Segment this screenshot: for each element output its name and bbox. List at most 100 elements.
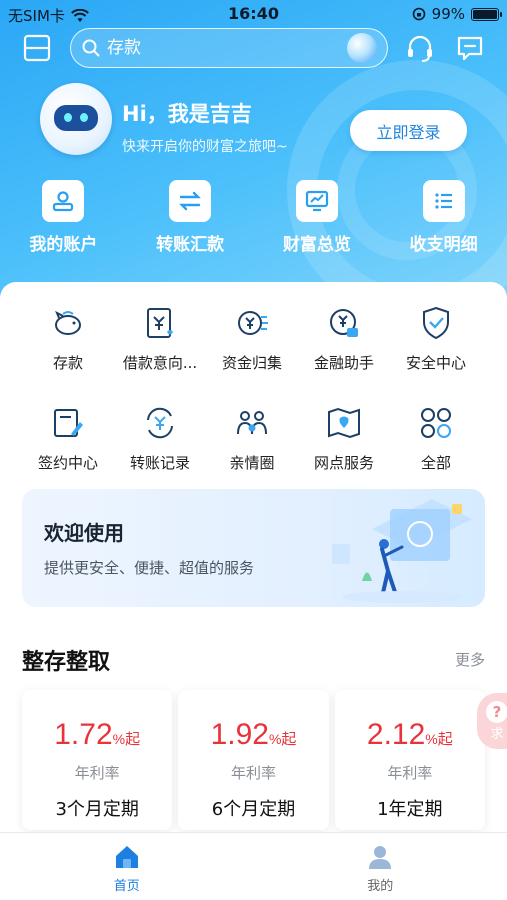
- service-label: 全部: [420, 454, 451, 472]
- search-bar[interactable]: [70, 28, 388, 68]
- rate-label: 年利率: [74, 764, 120, 782]
- rate-value: 2.12%起: [367, 718, 453, 752]
- quick-actions: 我的账户 转账汇款 财富总览 收支明细: [0, 180, 507, 255]
- service-finance-assistant[interactable]: 金融助手: [298, 304, 390, 404]
- quick-action-label: 财富总览: [282, 235, 351, 255]
- orientation-lock-icon: [412, 7, 425, 21]
- family-circle-icon: [237, 411, 267, 435]
- rate-number: 2.12: [366, 718, 426, 751]
- map-branch-icon: [328, 407, 360, 439]
- sign-document-icon: [54, 409, 83, 437]
- hero-header: 无SIM卡 16:40 99% 存款 Hi，我是吉吉 快来开启你的财富之旅吧~ …: [0, 0, 507, 300]
- rate-suffix: 起: [437, 731, 453, 748]
- service-label: 资金归集: [221, 354, 282, 372]
- search-icon: [82, 39, 100, 57]
- status-bar: 无SIM卡 16:40 99%: [0, 0, 507, 28]
- service-security-center[interactable]: 安全中心: [390, 304, 482, 404]
- service-label: 金融助手: [313, 354, 374, 372]
- welcome-title: 欢迎使用: [44, 521, 124, 545]
- service-label: 网点服务: [313, 454, 374, 472]
- tab-bar: 首页 我的: [0, 832, 507, 900]
- battery-percent: 99%: [431, 5, 465, 23]
- rate-unit: %: [112, 731, 126, 747]
- rate-value: 1.72%起: [54, 718, 140, 752]
- all-apps-icon: [421, 408, 451, 438]
- piggy-bank-icon: [55, 310, 81, 335]
- headset-icon: [408, 35, 432, 62]
- customer-service-button[interactable]: [404, 32, 436, 64]
- service-grid: 存款 借款意向... 资金归集 金融助手 安全中心 签约中心 转账记录 亲情圈 …: [0, 304, 507, 504]
- quick-action-label: 我的账户: [29, 235, 98, 255]
- scan-button[interactable]: [22, 33, 52, 63]
- quick-action-label: 收支明细: [409, 235, 478, 255]
- robot-eye-right: [80, 113, 88, 122]
- main-panel: 存款 借款意向... 资金归集 金融助手 安全中心 签约中心 转账记录 亲情圈 …: [0, 282, 507, 842]
- service-label: 亲情圈: [229, 454, 275, 472]
- home-icon: [115, 846, 138, 868]
- deposit-product-card[interactable]: 2.12%起 年利率 1年定期: [334, 690, 485, 830]
- deposit-product-card[interactable]: 1.92%起 年利率 6个月定期: [178, 690, 329, 830]
- robot-avatar: [40, 83, 112, 155]
- service-deposit[interactable]: 存款: [22, 304, 114, 404]
- quick-action-details[interactable]: 收支明细: [380, 180, 507, 255]
- shield-icon: [423, 306, 449, 340]
- battery-icon: [471, 7, 502, 21]
- service-loan-intent[interactable]: 借款意向...: [114, 304, 206, 404]
- service-label: 借款意向...: [122, 354, 198, 372]
- robot-eye-left: [64, 113, 72, 122]
- rate-value: 1.92%起: [211, 718, 297, 752]
- message-button[interactable]: [455, 33, 485, 63]
- service-row: 存款 借款意向... 资金归集 金融助手 安全中心: [0, 304, 507, 404]
- quick-action-label: 转账汇款: [156, 235, 225, 255]
- rate-unit: %: [268, 731, 282, 747]
- tab-home[interactable]: 首页: [0, 833, 254, 900]
- greeting-subtitle: 快来开启你的财富之旅吧~: [122, 139, 288, 155]
- welcome-subtitle: 提供更安全、便捷、超值的服务: [44, 559, 255, 577]
- welcome-illustration: [332, 499, 472, 603]
- search-input[interactable]: [107, 38, 347, 58]
- transfer-icon: [169, 180, 212, 222]
- finance-assistant-icon: [330, 309, 358, 337]
- service-fund-collect[interactable]: 资金归集: [206, 304, 298, 404]
- welcome-banner[interactable]: 欢迎使用 提供更安全、便捷、超值的服务: [22, 489, 485, 607]
- rate-suffix: 起: [125, 731, 141, 748]
- status-right: 99%: [412, 5, 502, 23]
- fund-collect-icon: [238, 311, 268, 335]
- message-icon: [457, 36, 483, 61]
- rate-label: 年利率: [230, 764, 276, 782]
- rate-term: 1年定期: [377, 799, 443, 820]
- service-label: 转账记录: [129, 454, 190, 472]
- rate-number: 1.72: [54, 718, 113, 751]
- rate-label: 年利率: [387, 764, 433, 782]
- list-detail-icon: [422, 180, 465, 222]
- tab-label: 首页: [113, 879, 140, 894]
- tab-label: 我的: [367, 879, 394, 894]
- login-button[interactable]: 立即登录: [350, 110, 467, 151]
- rate-number: 1.92: [210, 718, 269, 751]
- deposit-section-title: 整存整取: [22, 650, 111, 675]
- deposit-product-card[interactable]: 1.72%起 年利率 3个月定期: [22, 690, 173, 830]
- profile-icon: [369, 846, 392, 869]
- floating-help-label: 求: [490, 726, 504, 742]
- rate-term: 3个月定期: [55, 799, 139, 820]
- rate-suffix: 起: [281, 731, 297, 748]
- account-icon: [42, 180, 85, 222]
- wealth-chart-icon: [295, 180, 338, 222]
- greeting-title: Hi，我是吉吉: [122, 102, 252, 126]
- tab-mine[interactable]: 我的: [254, 833, 507, 900]
- robot-face: [54, 105, 98, 131]
- question-icon: ?: [486, 700, 507, 723]
- transfer-record-icon: [147, 407, 173, 439]
- service-label: 签约中心: [37, 454, 98, 472]
- service-label: 安全中心: [405, 354, 466, 372]
- voice-assistant-icon[interactable]: [347, 33, 377, 63]
- quick-action-transfer[interactable]: 转账汇款: [127, 180, 254, 255]
- more-link[interactable]: 更多: [455, 649, 485, 670]
- scan-icon: [23, 34, 51, 62]
- service-label: 存款: [52, 354, 83, 372]
- deposit-products: 1.72%起 年利率 3个月定期 1.92%起 年利率 6个月定期 2.12%起…: [22, 690, 485, 830]
- quick-action-account[interactable]: 我的账户: [0, 180, 127, 255]
- quick-action-wealth[interactable]: 财富总览: [254, 180, 381, 255]
- rate-term: 6个月定期: [211, 799, 296, 820]
- floating-help-button[interactable]: ? 求: [477, 693, 507, 749]
